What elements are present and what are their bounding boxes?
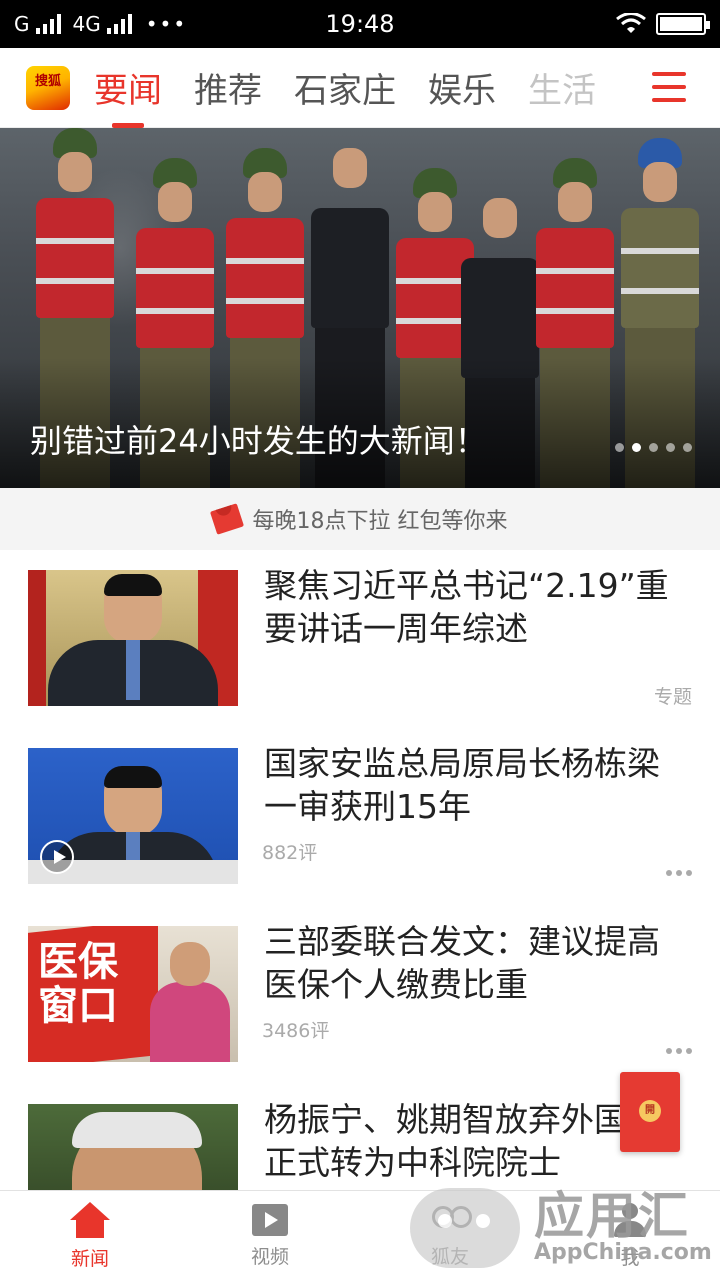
- floating-red-envelope[interactable]: 開: [620, 1072, 680, 1152]
- nav-news[interactable]: 新闻: [0, 1191, 180, 1280]
- carrier-label: G: [14, 12, 30, 36]
- news-thumbnail: [28, 748, 238, 884]
- more-status-icon: •••: [145, 12, 188, 36]
- thumbnail-sign-text: 医保窗口: [38, 939, 118, 1029]
- carousel-dot: [666, 443, 675, 452]
- promo-text: 每晚18点下拉 红包等你来: [252, 509, 508, 534]
- thumbnail-figure: [48, 574, 218, 706]
- red-envelope-icon: [209, 503, 244, 535]
- more-options-icon[interactable]: [666, 1048, 692, 1054]
- tab-entertainment[interactable]: 娱乐: [428, 48, 496, 128]
- signal-icon-2: [106, 14, 132, 34]
- status-right: [616, 13, 710, 35]
- pull-to-refresh-promo: 每晚18点下拉 红包等你来: [0, 488, 720, 550]
- banner-caption: 别错过前24小时发生的大新闻！: [30, 422, 487, 460]
- nav-video-label: 视频: [250, 1245, 289, 1268]
- home-icon: [70, 1201, 110, 1238]
- news-title: 国家安监总局原局长杨栋梁一审获刑15年: [264, 744, 660, 826]
- comment-count: 882评: [262, 842, 318, 864]
- news-title: 聚焦习近平总书记“2.19”重要讲话一周年综述: [264, 566, 669, 648]
- news-thumbnail: [28, 1104, 238, 1190]
- network-label: 4G: [72, 12, 101, 36]
- channel-bar: 搜狐 要闻 推荐 石家庄 娱乐 生活: [0, 48, 720, 128]
- nav-me-label: 我: [620, 1246, 640, 1269]
- news-item[interactable]: 杨振宁、姚期智放弃外国籍 正式转为中科院院士: [0, 1084, 720, 1190]
- tab-headlines[interactable]: 要闻: [94, 48, 162, 128]
- nav-video[interactable]: 视频: [180, 1191, 360, 1280]
- tab-shijiazhuang[interactable]: 石家庄: [294, 48, 396, 128]
- more-options-icon[interactable]: [666, 870, 692, 876]
- me-icon: [614, 1202, 646, 1237]
- news-thumbnail: 医保窗口: [28, 926, 238, 1062]
- headline-banner[interactable]: 别错过前24小时发生的大新闻！: [0, 128, 720, 488]
- channel-tabs: 要闻 推荐 石家庄 娱乐 生活: [94, 48, 628, 128]
- sohu-logo[interactable]: 搜狐: [26, 65, 70, 110]
- carousel-dot-active: [632, 443, 641, 452]
- nav-news-label: 新闻: [70, 1247, 109, 1270]
- news-thumbnail: [28, 570, 238, 706]
- news-title: 三部委联合发文：建议提高医保个人缴费比重: [264, 922, 660, 1004]
- news-item[interactable]: 聚焦习近平总书记“2.19”重要讲话一周年综述 专题: [0, 550, 720, 728]
- video-icon: [252, 1203, 288, 1236]
- topic-tag: 专题: [653, 686, 692, 708]
- carousel-dot: [649, 443, 658, 452]
- friends-icon: [428, 1204, 472, 1236]
- nav-friends[interactable]: 狐友: [360, 1191, 540, 1280]
- nav-friends-label: 狐友: [430, 1245, 469, 1268]
- carousel-dot: [683, 443, 692, 452]
- news-app-screen: G 4G ••• 19:48 搜狐 要闻 推荐 石家庄 娱乐 生活 别错过前24…: [0, 0, 720, 1280]
- signal-icon: [35, 14, 61, 34]
- bottom-navigation: 新闻 视频 狐友 我: [0, 1190, 720, 1280]
- envelope-seal-icon: 開: [639, 1100, 661, 1122]
- news-item[interactable]: 国家安监总局原局长杨栋梁一审获刑15年 882评: [0, 728, 720, 906]
- news-item[interactable]: 医保窗口 三部委联合发文：建议提高医保个人缴费比重 3486评: [0, 906, 720, 1084]
- hamburger-menu-icon[interactable]: [652, 72, 686, 102]
- wifi-icon: [616, 13, 646, 33]
- nav-me[interactable]: 我: [540, 1191, 720, 1280]
- play-icon[interactable]: [40, 840, 74, 874]
- carousel-dot: [615, 443, 624, 452]
- logo-text: 搜狐: [34, 73, 61, 89]
- tab-recommend[interactable]: 推荐: [194, 48, 262, 128]
- comment-count: 3486评: [262, 1020, 330, 1042]
- battery-icon: [656, 13, 710, 35]
- news-feed: 聚焦习近平总书记“2.19”重要讲话一周年综述 专题 国家安监总局原局长杨栋梁一…: [0, 550, 720, 1190]
- tab-life[interactable]: 生活: [528, 48, 596, 128]
- carousel-indicator: [615, 443, 692, 452]
- signal-group: G 4G •••: [14, 12, 187, 36]
- status-bar: G 4G ••• 19:48: [0, 0, 720, 48]
